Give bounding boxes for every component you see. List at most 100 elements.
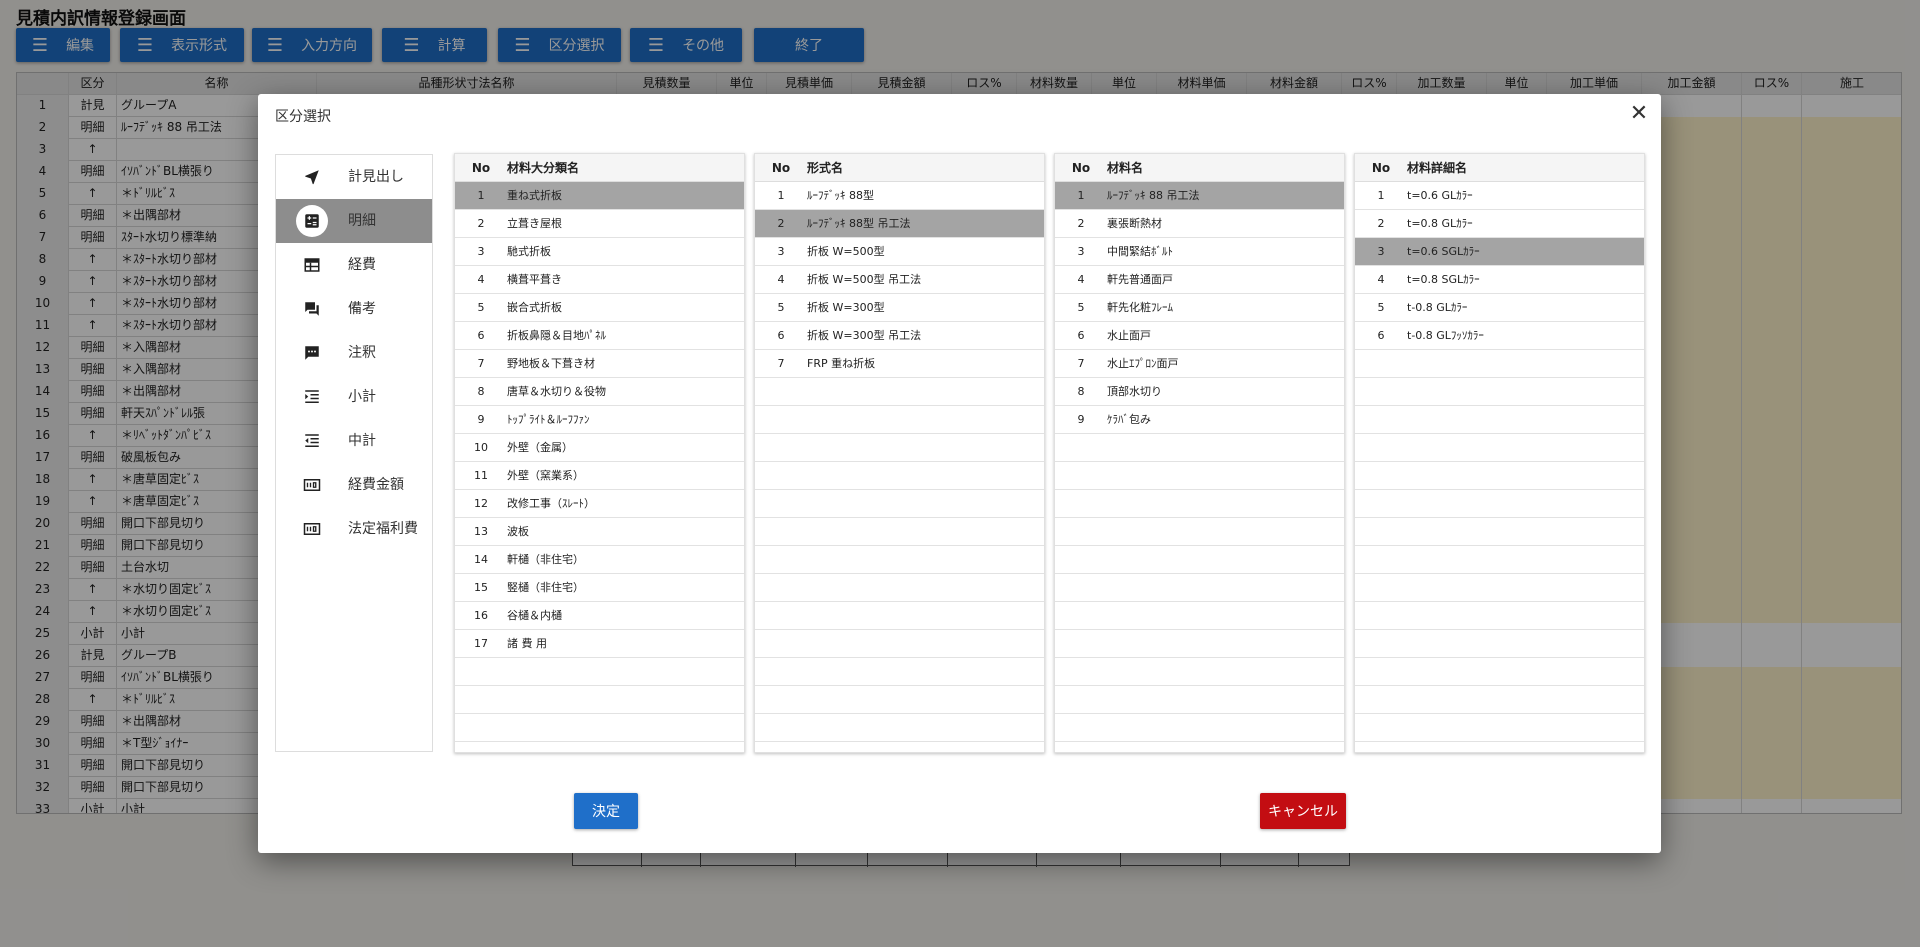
list-item[interactable]: 2 立葺き屋根 — [455, 210, 744, 238]
list-item[interactable]: 8 唐草＆水切り＆役物 — [455, 378, 744, 406]
list-item[interactable] — [1355, 546, 1644, 574]
list-item[interactable] — [1055, 546, 1344, 574]
list-item[interactable] — [1355, 378, 1644, 406]
list-item[interactable] — [755, 546, 1044, 574]
list-item[interactable] — [1055, 518, 1344, 546]
sidebar-item-2[interactable]: 経費 — [276, 243, 432, 287]
list-item[interactable] — [1355, 602, 1644, 630]
list-item[interactable]: 17 諸 費 用 — [455, 630, 744, 658]
list-item[interactable] — [1055, 658, 1344, 686]
list-item[interactable]: 6 t-0.8 GLﾌｯｿｶﾗｰ — [1355, 322, 1644, 350]
list-item[interactable] — [1355, 630, 1644, 658]
list-item[interactable]: 7 水止ｴﾌﾟﾛﾝ面戸 — [1055, 350, 1344, 378]
list-item[interactable]: 15 竪樋（非住宅） — [455, 574, 744, 602]
list-item[interactable]: 7 野地板＆下葺き材 — [455, 350, 744, 378]
list-item[interactable]: 4 折板 W=500型 吊工法 — [755, 266, 1044, 294]
list-item[interactable] — [755, 602, 1044, 630]
list-item[interactable] — [1355, 434, 1644, 462]
list-item[interactable]: 5 折板 W=300型 — [755, 294, 1044, 322]
list-item[interactable]: 3 馳式折板 — [455, 238, 744, 266]
dialog-title: 区分選択 — [275, 109, 331, 125]
list-item[interactable]: 3 中間緊結ﾎﾞﾙﾄ — [1055, 238, 1344, 266]
sidebar-item-0[interactable]: 計見出し — [276, 155, 432, 199]
list-item[interactable]: 16 谷樋＆内樋 — [455, 602, 744, 630]
list-item[interactable]: 14 軒樋（非住宅） — [455, 546, 744, 574]
list-item[interactable]: 6 水止面戸 — [1055, 322, 1344, 350]
list-item[interactable] — [1055, 574, 1344, 602]
sidebar-item-4[interactable]: 注釈 — [276, 331, 432, 375]
list-item[interactable] — [1355, 714, 1644, 742]
list-item[interactable]: 5 嵌合式折板 — [455, 294, 744, 322]
list-item[interactable] — [755, 686, 1044, 714]
list-item[interactable] — [755, 630, 1044, 658]
sidebar-item-1[interactable]: 明細 — [276, 199, 432, 243]
list-item[interactable] — [755, 490, 1044, 518]
list-item-no: 14 — [474, 553, 488, 566]
list-item[interactable]: 11 外壁（窯業系） — [455, 462, 744, 490]
sidebar-item-3[interactable]: 備考 — [276, 287, 432, 331]
list-item[interactable]: 1 ﾙｰﾌﾃﾞｯｷ 88型 — [755, 182, 1044, 210]
list-item[interactable] — [455, 686, 744, 714]
list-item[interactable] — [755, 462, 1044, 490]
list-item[interactable]: 9 ｹﾗﾊﾞ包み — [1055, 406, 1344, 434]
close-icon[interactable]: ✕ — [1628, 103, 1650, 126]
list-item[interactable] — [755, 574, 1044, 602]
sidebar-item-6[interactable]: 中計 — [276, 419, 432, 463]
list-item[interactable]: 9 ﾄｯﾌﾟﾗｲﾄ＆ﾙｰﾌﾌｧﾝ — [455, 406, 744, 434]
list-item[interactable]: 8 頂部水切り — [1055, 378, 1344, 406]
list-item[interactable]: 2 t=0.8 GLｶﾗｰ — [1355, 210, 1644, 238]
list-item[interactable]: 5 軒先化粧ﾌﾚｰﾑ — [1055, 294, 1344, 322]
list-item[interactable] — [1055, 490, 1344, 518]
list-item[interactable]: 7 FRP 重ね折板 — [755, 350, 1044, 378]
list-item[interactable]: 1 ﾙｰﾌﾃﾞｯｷ 88 吊工法 — [1055, 182, 1344, 210]
panel-header: No 形式名 — [755, 154, 1044, 182]
list-item[interactable]: 3 折板 W=500型 — [755, 238, 1044, 266]
list-item[interactable]: 1 t=0.6 GLｶﾗｰ — [1355, 182, 1644, 210]
list-item[interactable]: 12 改修工事（ｽﾚｰﾄ） — [455, 490, 744, 518]
list-item[interactable] — [755, 378, 1044, 406]
list-item[interactable]: 4 横葺平葺き — [455, 266, 744, 294]
list-item[interactable]: 4 軒先普通面戸 — [1055, 266, 1344, 294]
list-item[interactable]: 3 t=0.6 SGLｶﾗｰ — [1355, 238, 1644, 266]
sidebar-item-8[interactable]: 法定福利費 — [276, 507, 432, 551]
list-item[interactable] — [455, 714, 744, 742]
list-item-no: 1 — [477, 189, 485, 202]
list-item[interactable] — [1355, 686, 1644, 714]
list-item-name: 水止面戸 — [1107, 329, 1151, 342]
list-item[interactable]: 13 波板 — [455, 518, 744, 546]
list-item[interactable] — [1055, 714, 1344, 742]
list-item[interactable]: 6 折板鼻隠＆目地ﾊﾟﾈﾙ — [455, 322, 744, 350]
list-item[interactable] — [1355, 406, 1644, 434]
cancel-button[interactable]: キャンセル — [1260, 793, 1346, 829]
list-item[interactable] — [1055, 686, 1344, 714]
list-item[interactable] — [1055, 630, 1344, 658]
list-item[interactable] — [1355, 518, 1644, 546]
list-item[interactable] — [455, 658, 744, 686]
ok-button[interactable]: 決定 — [574, 793, 638, 829]
list-item[interactable] — [1055, 434, 1344, 462]
list-item[interactable] — [1355, 350, 1644, 378]
navigation-arrow-icon — [296, 161, 328, 193]
list-item[interactable] — [755, 518, 1044, 546]
list-item[interactable] — [1055, 462, 1344, 490]
list-item[interactable] — [1055, 602, 1344, 630]
category-select-dialog: 区分選択 ✕ 計見出し 明細 経費 備考 注釈 小計 中計 経費金額 法定福利費 No 材料大分類… — [258, 94, 1661, 853]
list-item[interactable]: 4 t=0.8 SGLｶﾗｰ — [1355, 266, 1644, 294]
list-item[interactable] — [755, 434, 1044, 462]
sidebar-item-5[interactable]: 小計 — [276, 375, 432, 419]
list-item[interactable] — [755, 658, 1044, 686]
list-item[interactable]: 5 t-0.8 GLｶﾗｰ — [1355, 294, 1644, 322]
list-item[interactable] — [1355, 574, 1644, 602]
sidebar-item-7[interactable]: 経費金額 — [276, 463, 432, 507]
list-item[interactable] — [1355, 658, 1644, 686]
list-item[interactable]: 1 重ね式折板 — [455, 182, 744, 210]
list-item[interactable]: 2 ﾙｰﾌﾃﾞｯｷ 88型 吊工法 — [755, 210, 1044, 238]
list-item[interactable] — [755, 406, 1044, 434]
list-item[interactable]: 10 外壁（金属） — [455, 434, 744, 462]
list-item[interactable]: 6 折板 W=300型 吊工法 — [755, 322, 1044, 350]
list-item[interactable] — [755, 714, 1044, 742]
list-item[interactable] — [1355, 490, 1644, 518]
list-item[interactable] — [1355, 462, 1644, 490]
list-item[interactable]: 2 裏張断熱材 — [1055, 210, 1344, 238]
sidebar-item-label: 計見出し — [348, 169, 404, 185]
